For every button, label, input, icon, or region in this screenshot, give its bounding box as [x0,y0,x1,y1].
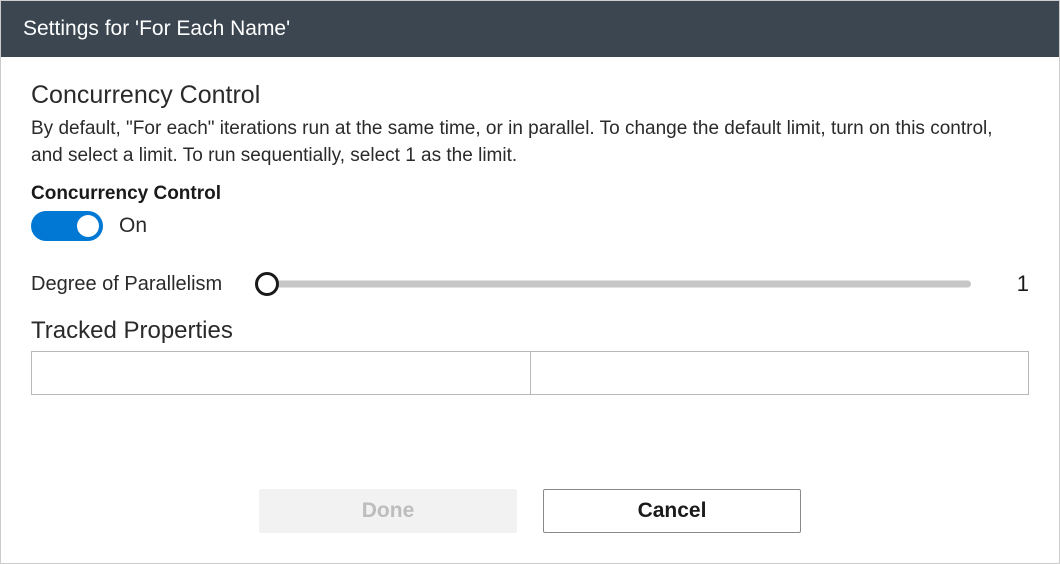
parallelism-value: 1 [989,271,1029,297]
dialog-footer: Done Cancel [1,469,1059,563]
tracked-properties-table [31,351,1029,395]
concurrency-toggle-label: Concurrency Control [31,183,1029,205]
concurrency-section-title: Concurrency Control [31,81,1029,110]
parallelism-slider[interactable] [255,269,971,299]
dialog-header: Settings for 'For Each Name' [1,1,1059,57]
tracked-value-input[interactable] [531,352,1029,394]
toggle-thumb-icon [77,215,99,237]
cancel-button[interactable]: Cancel [543,489,801,533]
parallelism-row: Degree of Parallelism 1 [31,269,1029,299]
slider-track-icon [267,281,971,288]
concurrency-toggle[interactable] [31,211,103,241]
tracked-key-input[interactable] [32,352,531,394]
tracked-properties-title: Tracked Properties [31,317,1029,345]
slider-thumb-icon[interactable] [255,272,279,296]
settings-dialog: Settings for 'For Each Name' Concurrency… [0,0,1060,564]
concurrency-toggle-row: On [31,211,1029,241]
dialog-title: Settings for 'For Each Name' [23,17,290,40]
concurrency-toggle-state: On [119,214,147,238]
dialog-body: Concurrency Control By default, "For eac… [1,57,1059,469]
parallelism-label: Degree of Parallelism [31,273,237,296]
concurrency-section-description: By default, "For each" iterations run at… [31,116,1029,169]
done-button[interactable]: Done [259,489,517,533]
